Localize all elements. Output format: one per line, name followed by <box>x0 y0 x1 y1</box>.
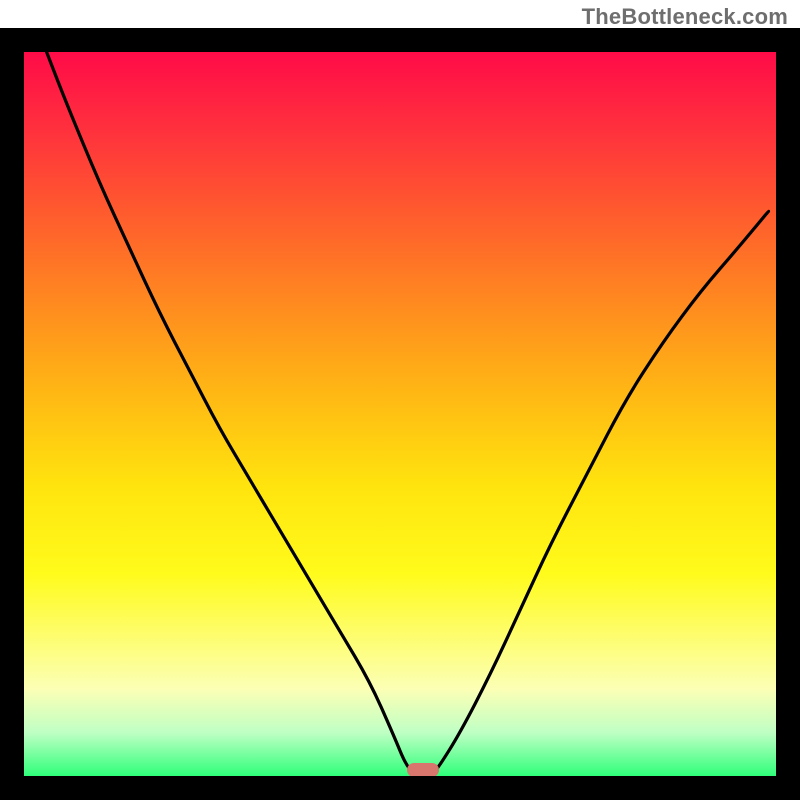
watermark-text: TheBottleneck.com <box>582 4 788 30</box>
curve-path <box>47 52 769 776</box>
plot-area <box>24 52 776 776</box>
optimal-point-marker <box>407 763 439 776</box>
bottleneck-curve <box>24 52 776 776</box>
